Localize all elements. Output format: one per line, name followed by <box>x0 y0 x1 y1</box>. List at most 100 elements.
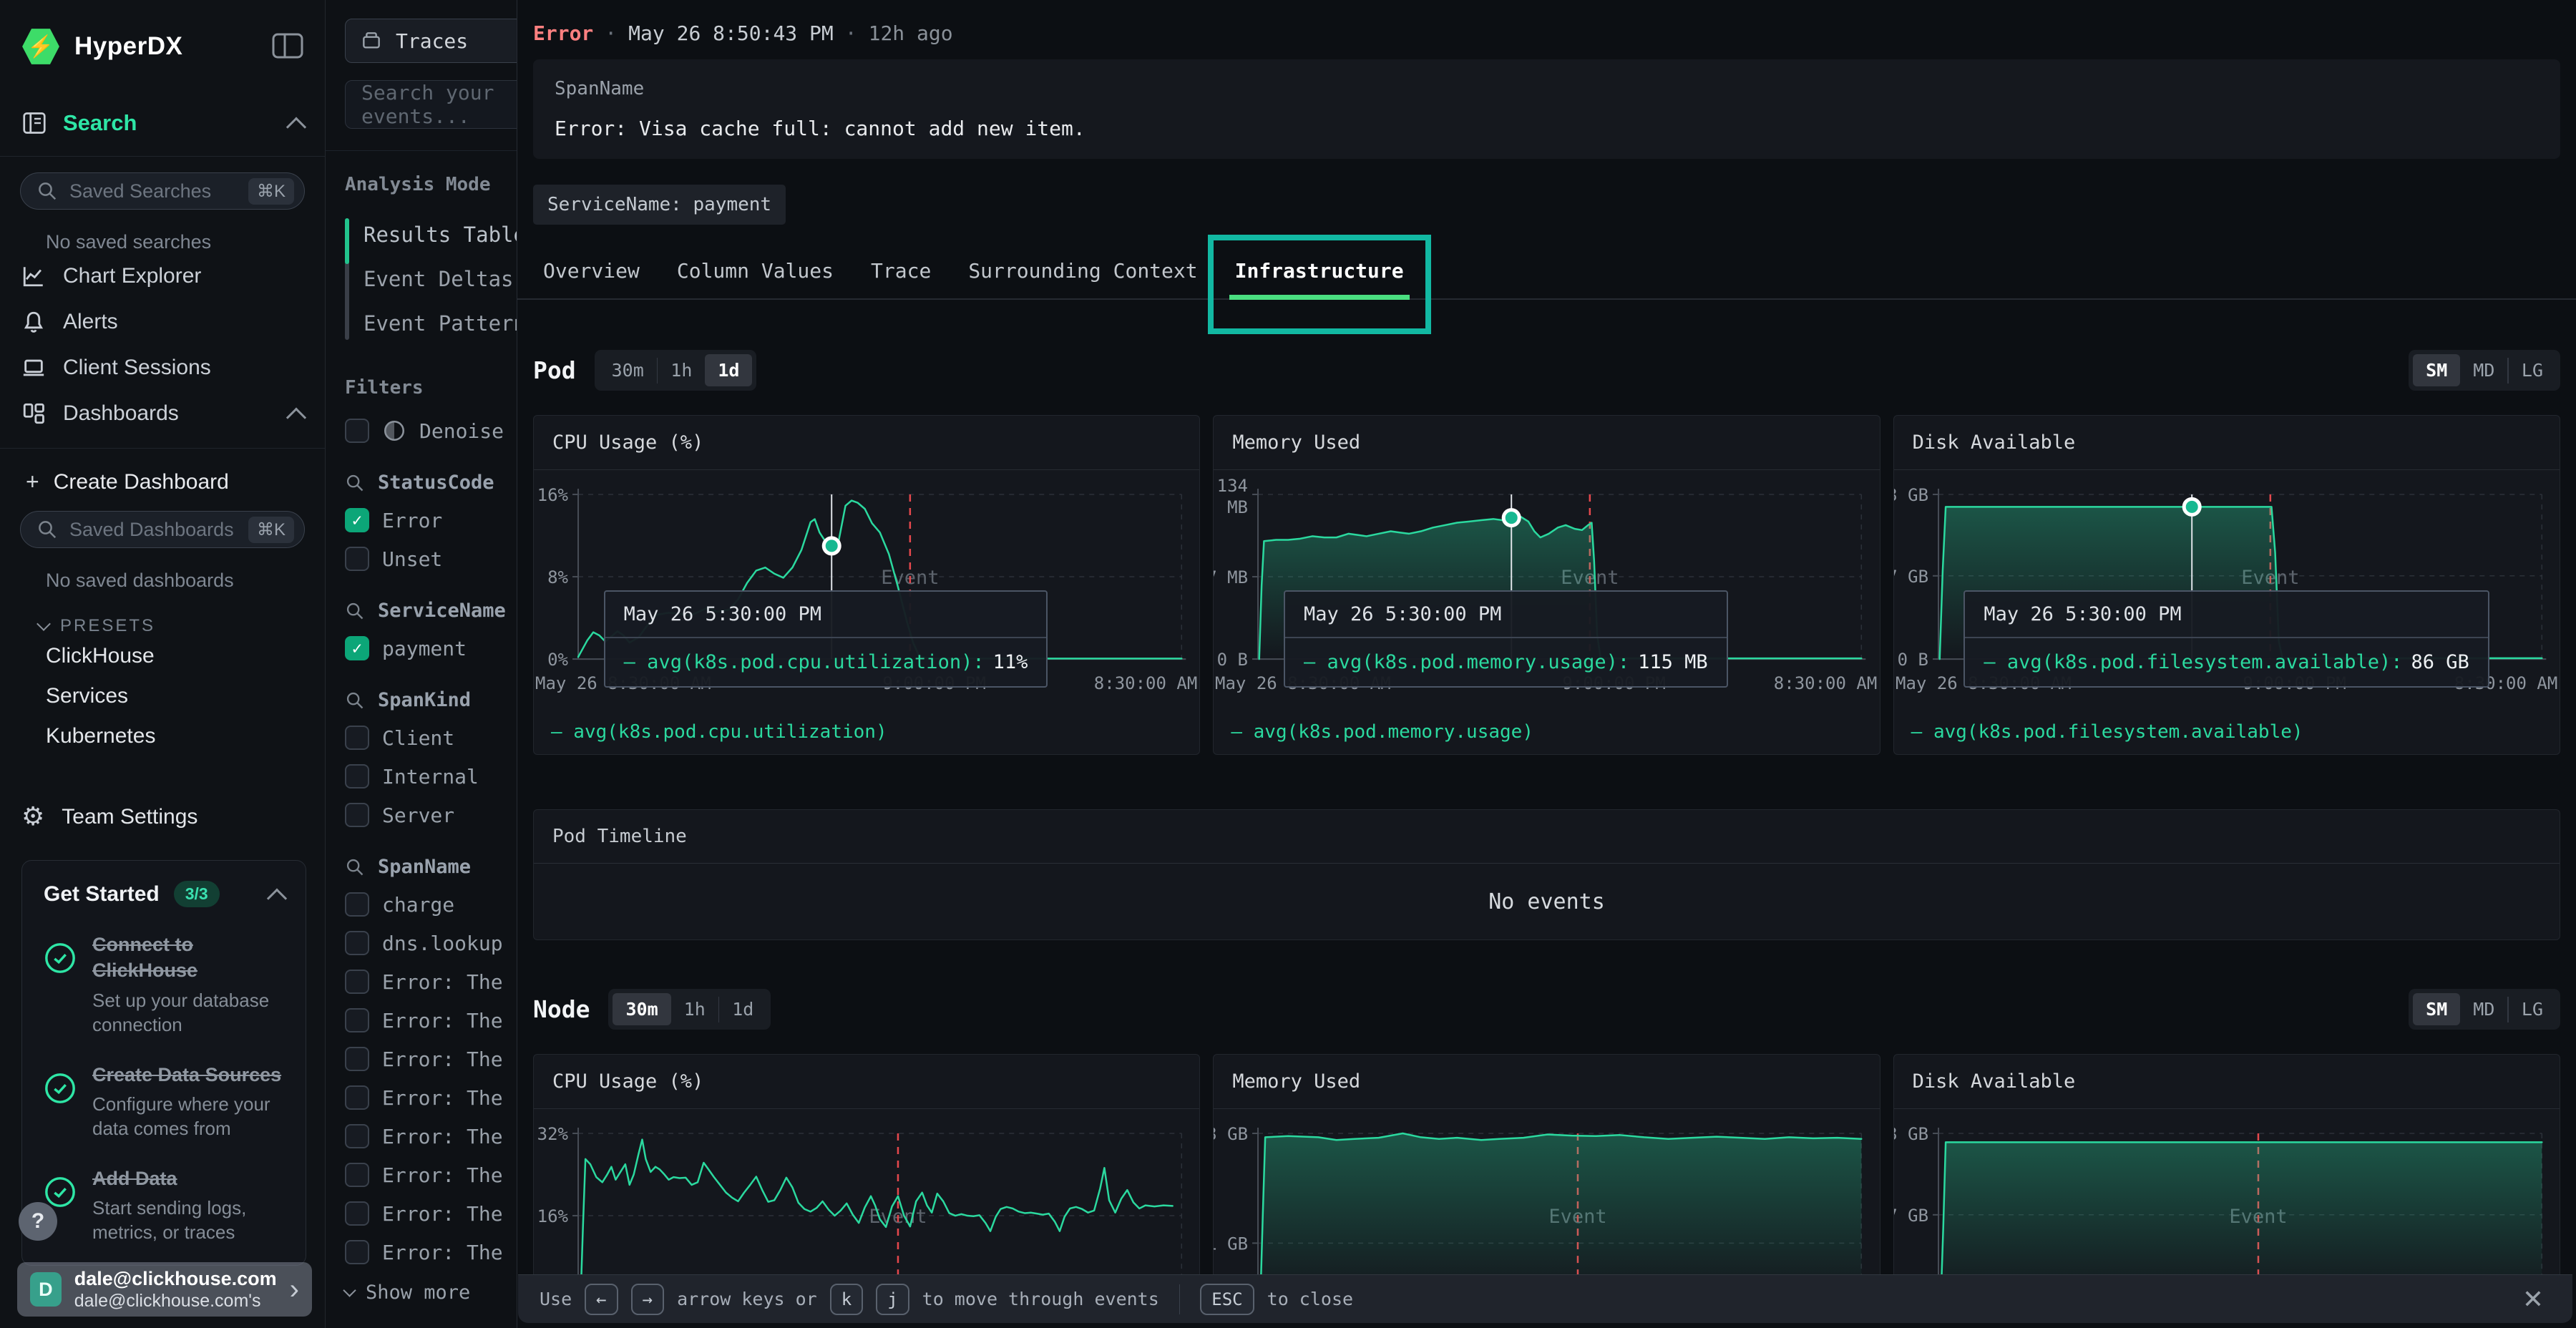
tab-overview[interactable]: Overview <box>525 246 658 298</box>
filter-option[interactable]: Error: The cr <box>326 1124 517 1148</box>
filter-option[interactable]: charge <box>326 892 517 917</box>
saved-searches-input[interactable]: Saved Searches ⌘K <box>20 172 305 210</box>
filter-option[interactable]: Error: The cr <box>326 1085 517 1110</box>
checkbox-unchecked[interactable] <box>345 1047 369 1071</box>
line-chart[interactable]: May 26 5:30:00 PM — avg(k8s.pod.filesyst… <box>1894 470 2560 721</box>
get-started-item-title: Create Data Sources <box>92 1062 284 1088</box>
checkbox-checked[interactable]: ✓ <box>345 508 369 532</box>
source-select[interactable]: Traces <box>345 19 517 63</box>
filter-group-header[interactable]: StatusCode <box>326 472 517 494</box>
checkbox-unchecked[interactable] <box>345 726 369 750</box>
help-button[interactable]: ? <box>19 1202 57 1241</box>
range-1h-button[interactable]: 1h <box>658 354 705 386</box>
mode-results-table[interactable]: Results Table <box>364 213 517 257</box>
checkbox-unchecked[interactable] <box>345 1008 369 1032</box>
sidebar-item-client-sessions[interactable]: Client Sessions <box>0 345 325 391</box>
get-started-item[interactable]: Create Data SourcesConfigure where your … <box>44 1062 284 1141</box>
preset-services[interactable]: Services <box>0 676 325 716</box>
filter-group-header[interactable]: SpanKind <box>326 689 517 711</box>
filter-option[interactable]: Internal <box>326 764 517 788</box>
filter-option[interactable]: Error: The cr <box>326 1240 517 1264</box>
line-chart[interactable]: May 26 5:30:00 PM — avg(k8s.pod.cpu.util… <box>534 470 1199 721</box>
tab-column-values[interactable]: Column Values <box>658 246 852 298</box>
sidebar-item-search[interactable]: Search <box>21 110 303 156</box>
filter-option[interactable]: Unset <box>326 547 517 571</box>
checkbox-unchecked[interactable] <box>345 1085 369 1110</box>
chevron-up-icon[interactable] <box>286 408 306 428</box>
size-sm-button[interactable]: SM <box>2413 993 2460 1025</box>
chevron-up-icon[interactable] <box>286 117 306 137</box>
divider <box>1179 1284 1181 1314</box>
filter-option[interactable]: Server <box>326 803 517 827</box>
checkbox-unchecked[interactable] <box>345 547 369 571</box>
checkbox-unchecked[interactable] <box>345 1124 369 1148</box>
size-md-button[interactable]: MD <box>2460 993 2507 1025</box>
tab-infrastructure[interactable]: Infrastructure <box>1216 246 1423 298</box>
filter-option[interactable]: Error: The cr <box>326 1047 517 1071</box>
pod-timeline-title: Pod Timeline <box>534 810 2560 864</box>
tab-surrounding-context[interactable]: Surrounding Context <box>950 246 1216 298</box>
range-30m-button[interactable]: 30m <box>613 993 670 1025</box>
chart-title: Memory Used <box>1214 1055 1879 1109</box>
tab-trace[interactable]: Trace <box>852 246 950 298</box>
size-lg-button[interactable]: LG <box>2509 993 2556 1025</box>
line-chart[interactable]: 3 GB1 GBEvent <box>1214 1109 1879 1300</box>
range-1h-button[interactable]: 1h <box>671 993 718 1025</box>
event-search-input[interactable]: Search your events... <box>345 80 517 129</box>
get-started-item[interactable]: Connect to ClickHouseSet up your databas… <box>44 932 284 1038</box>
mode-event-patterns[interactable]: Event Patterns <box>364 301 517 346</box>
size-sm-button[interactable]: SM <box>2413 354 2460 386</box>
size-lg-button[interactable]: LG <box>2509 354 2556 386</box>
filter-option[interactable]: Error: The cr <box>326 970 517 994</box>
checkbox-unchecked[interactable] <box>345 803 369 827</box>
mode-event-deltas[interactable]: Event Deltas <box>364 257 517 301</box>
checkbox-unchecked[interactable] <box>345 419 369 443</box>
preset-kubernetes[interactable]: Kubernetes <box>0 716 325 756</box>
checkbox-unchecked[interactable] <box>345 1163 369 1187</box>
presets-toggle[interactable]: PRESETS <box>39 616 325 636</box>
filter-option[interactable]: Error: The cr <box>326 1163 517 1187</box>
user-menu[interactable]: D dale@clickhouse.com dale@clickhouse.co… <box>17 1262 312 1317</box>
range-1d-button[interactable]: 1d <box>719 993 766 1025</box>
filter-group-header[interactable]: SpanName <box>326 856 517 878</box>
filter-option[interactable]: ✓Error <box>326 508 517 532</box>
close-panel-button[interactable]: ✕ <box>2522 1284 2544 1314</box>
line-chart[interactable]: 93 GB47 GBEvent <box>1894 1109 2560 1300</box>
separator-dot: · <box>845 21 857 45</box>
sidebar-item-chart-explorer[interactable]: Chart Explorer <box>0 253 325 299</box>
saved-dashboards-input[interactable]: Saved Dashboards ⌘K <box>20 511 305 548</box>
denoise-filter[interactable]: Denoise Results <box>326 419 517 443</box>
preset-clickhouse[interactable]: ClickHouse <box>0 636 325 676</box>
size-md-button[interactable]: MD <box>2460 354 2507 386</box>
checkbox-unchecked[interactable] <box>345 1201 369 1226</box>
checkbox-unchecked[interactable] <box>345 892 369 917</box>
range-1d-button[interactable]: 1d <box>705 354 752 386</box>
show-more-button[interactable]: Show more <box>345 1281 517 1304</box>
sidebar-search-label: Search <box>63 110 137 136</box>
sidebar-item-dashboards[interactable]: Dashboards <box>0 391 325 436</box>
tooltip-value: 115 MB <box>1638 651 1708 673</box>
line-chart[interactable]: 32%16%Event <box>534 1109 1199 1300</box>
chevron-up-icon[interactable] <box>267 888 287 908</box>
get-started-item[interactable]: Add DataStart sending logs, metrics, or … <box>44 1166 284 1245</box>
filter-group-name: StatusCode <box>378 472 494 494</box>
tooltip-time: May 26 5:30:00 PM <box>605 592 1047 638</box>
sidebar-item-team-settings[interactable]: ⚙ Team Settings <box>21 802 325 831</box>
checkbox-unchecked[interactable] <box>345 1240 369 1264</box>
checkbox-unchecked[interactable] <box>345 764 369 788</box>
filter-option[interactable]: ✓payment <box>326 636 517 660</box>
create-dashboard-button[interactable]: + Create Dashboard <box>0 454 325 495</box>
filter-option[interactable]: Client <box>326 726 517 750</box>
checkbox-unchecked[interactable] <box>345 931 369 955</box>
line-chart[interactable]: May 26 5:30:00 PM — avg(k8s.pod.memory.u… <box>1214 470 1879 721</box>
service-name-chip[interactable]: ServiceName: payment <box>533 185 786 225</box>
filter-group-header[interactable]: ServiceName <box>326 600 517 622</box>
checkbox-checked[interactable]: ✓ <box>345 636 369 660</box>
filter-option[interactable]: Error: The cr <box>326 1008 517 1032</box>
collapse-sidebar-button[interactable] <box>272 33 303 61</box>
sidebar-item-alerts[interactable]: Alerts <box>0 299 325 345</box>
range-30m-button[interactable]: 30m <box>599 354 657 386</box>
filter-option[interactable]: dns.lookup <box>326 931 517 955</box>
filter-option[interactable]: Error: The cr <box>326 1201 517 1226</box>
checkbox-unchecked[interactable] <box>345 970 369 994</box>
